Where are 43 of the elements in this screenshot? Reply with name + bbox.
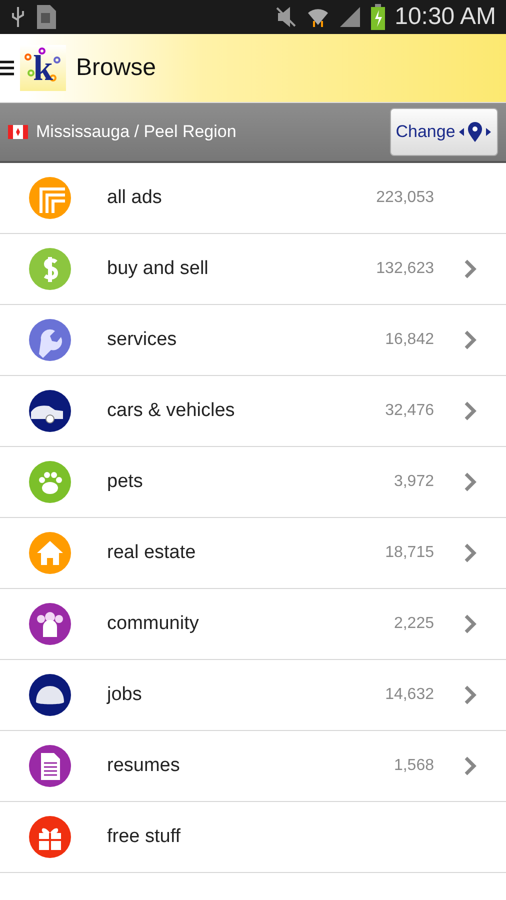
category-row[interactable]: buy and sell 132,623 [0, 234, 506, 305]
ad-count: 132,623 [375, 260, 434, 278]
category-row[interactable]: services 16,842 [0, 305, 506, 376]
screen-title: Browse [76, 54, 156, 82]
category-label: free stuff [107, 826, 182, 848]
ad-count: 3,972 [392, 473, 434, 491]
category-label: cars & vehicles [107, 400, 236, 422]
ad-count: 1,568 [392, 757, 434, 775]
ad-count: 32,476 [384, 402, 434, 420]
location-name: Mississauga / Peel Region [36, 122, 238, 142]
category-label: buy and sell [107, 258, 210, 280]
category-row[interactable]: community 2,225 [0, 589, 506, 660]
category-row[interactable]: all ads 223,053 [0, 163, 506, 234]
category-row[interactable]: free stuff [0, 802, 506, 873]
ad-count: 2,225 [392, 615, 434, 633]
category-row[interactable]: real estate 18,715 [0, 518, 506, 589]
ad-count: 16,842 [384, 331, 434, 349]
battery-icon [370, 4, 385, 30]
category-row[interactable]: resumes 1,568 [0, 731, 506, 802]
category-label: services [107, 329, 178, 351]
ad-count: 223,053 [375, 189, 434, 207]
ad-count: 18,715 [384, 544, 434, 562]
logo-letter: k [32, 47, 54, 89]
signal-icon [338, 6, 361, 28]
flag-icon [8, 125, 28, 139]
logo-drawing [20, 45, 66, 91]
category-label: all ads [107, 187, 163, 209]
category-row[interactable]: jobs 14,632 [0, 660, 506, 731]
mute-icon [274, 6, 297, 28]
category-row[interactable]: cars & vehicles 32,476 [0, 376, 506, 447]
category-label: jobs [107, 684, 143, 706]
change-location-button[interactable]: Change [390, 108, 498, 156]
usb-icon [10, 5, 26, 29]
location-pin-icon [458, 121, 492, 143]
clock-time: 10:30 AM [394, 3, 496, 31]
category-row[interactable]: pets 3,972 [0, 447, 506, 518]
sim-card-icon [36, 4, 58, 30]
category-label: pets [107, 471, 144, 493]
menu-icon[interactable] [0, 58, 14, 78]
category-label: resumes [107, 755, 181, 777]
category-label: real estate [107, 542, 197, 564]
category-label: community [107, 613, 200, 635]
ad-count: 14,632 [384, 686, 434, 704]
